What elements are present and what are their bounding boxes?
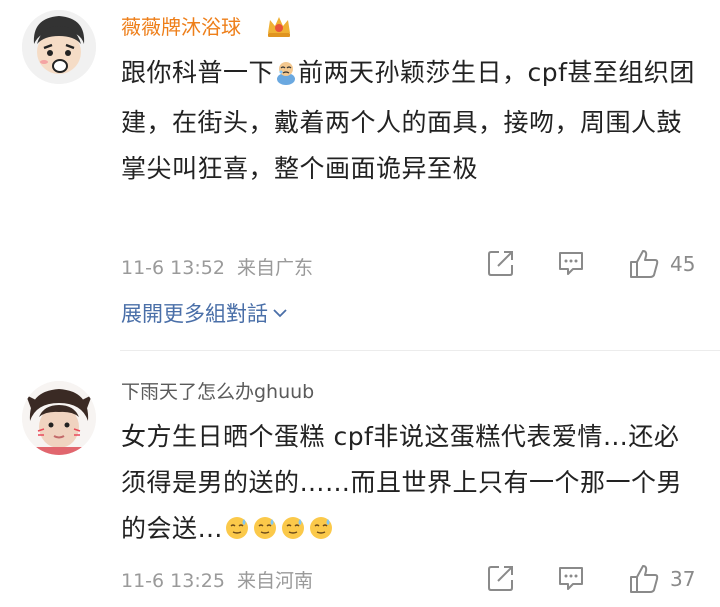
sweat-smile-emoji-icon [280, 510, 306, 556]
comment-icon [559, 567, 583, 590]
avatar-photo-image [22, 381, 96, 455]
share-button[interactable] [486, 563, 516, 593]
username[interactable]: 下雨天了怎么办ghuub [121, 379, 314, 405]
thumbs-up-icon [630, 250, 659, 278]
like-count: 45 [670, 252, 696, 276]
reply-button[interactable] [556, 248, 586, 278]
chevron-down-icon [273, 309, 287, 318]
reply-button[interactable] [556, 563, 586, 593]
location: 来自广东 [236, 257, 313, 279]
username[interactable]: 薇薇牌沐浴球 [121, 14, 241, 40]
comment-text-part: 跟你科普一下 [121, 58, 275, 87]
comment-icon [559, 252, 583, 275]
expand-conversation-label: 展開更多組對話 [121, 302, 268, 326]
expand-conversation-link[interactable]: 展開更多組對話 [121, 298, 287, 328]
like-count: 37 [670, 567, 696, 591]
timestamp: 11-6 13:52 [121, 257, 225, 279]
sweat-smile-emoji-icon [224, 510, 250, 556]
avatar[interactable] [22, 381, 96, 455]
like-button[interactable]: 37 [628, 563, 695, 595]
comment-text-part: 女方生日晒个蛋糕 cpf非说这蛋糕代表爱情…还必须得是男的送的……而且世界上只有… [121, 422, 683, 543]
share-icon [488, 251, 513, 276]
comment-text: 女方生日晒个蛋糕 cpf非说这蛋糕代表爱情…还必须得是男的送的……而且世界上只有… [121, 414, 696, 556]
comment-item: 薇薇牌沐浴球 跟你科普一下 前两天孙颖莎生日，cpf甚至组织团建，在街头，戴着两个… [0, 0, 720, 350]
share-button[interactable] [486, 248, 516, 278]
like-button[interactable]: 45 [628, 248, 695, 280]
sweat-smile-emoji-icon [308, 510, 334, 556]
sweat-smile-emoji-icon [252, 510, 278, 556]
vip-crown-badge-icon [268, 17, 290, 37]
location: 来自河南 [236, 570, 313, 592]
comment-meta: 11-6 13:52 来自广东 [121, 253, 313, 280]
timestamp: 11-6 13:25 [121, 570, 225, 592]
comment-text: 跟你科普一下 前两天孙颖莎生日，cpf甚至组织团建，在街头，戴着两个人的面具，接吻… [121, 50, 701, 192]
avatar-cartoon-image [22, 10, 96, 84]
share-icon [488, 566, 513, 591]
crying-figure-emoji-icon [275, 54, 297, 100]
comment-item: 下雨天了怎么办ghuub 女方生日晒个蛋糕 cpf非说这蛋糕代表爱情…还必须得是… [0, 351, 720, 607]
comment-meta: 11-6 13:25 来自河南 [121, 566, 313, 593]
thumbs-up-icon [630, 565, 659, 593]
avatar[interactable] [22, 10, 96, 84]
